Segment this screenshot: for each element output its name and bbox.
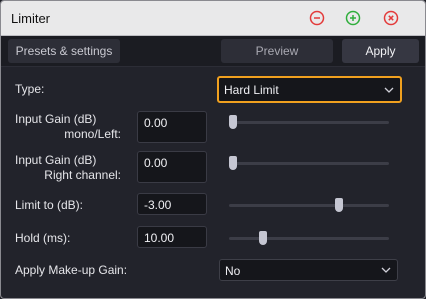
input-gain-left-value: 0.00 <box>144 116 168 130</box>
input-gain-left-slider-thumb[interactable] <box>229 115 237 129</box>
input-gain-right-slider[interactable] <box>229 156 389 170</box>
chevron-down-icon <box>384 87 394 93</box>
input-gain-left-label-line2: mono/Left: <box>64 127 121 141</box>
input-gain-right-slider-thumb[interactable] <box>229 156 237 170</box>
preview-button[interactable]: Preview <box>221 39 333 63</box>
chevron-down-icon <box>381 267 391 273</box>
limit-to-field[interactable]: -3.00 <box>137 193 207 215</box>
input-gain-left-field[interactable]: 0.00 <box>137 111 207 143</box>
limit-to-slider[interactable] <box>229 198 389 212</box>
close-icon[interactable] <box>383 10 399 26</box>
limit-to-slider-thumb[interactable] <box>335 198 344 212</box>
maximize-icon[interactable] <box>345 10 361 26</box>
hold-label: Hold (ms): <box>15 231 71 245</box>
hold-slider-thumb[interactable] <box>259 231 268 245</box>
toolbar: Presets & settings Preview Apply <box>1 36 425 67</box>
limit-to-value: -3.00 <box>144 198 172 212</box>
limiter-dialog: Limiter Presets & settings Preview Apply… <box>0 0 426 299</box>
hold-value: 10.00 <box>144 231 175 245</box>
hold-slider[interactable] <box>229 231 389 245</box>
input-gain-right-label-line2: Right channel: <box>44 168 121 182</box>
limit-to-label: Limit to (dB): <box>15 198 84 212</box>
type-label: Type: <box>15 82 45 96</box>
apply-button[interactable]: Apply <box>342 39 419 63</box>
makeup-gain-label: Apply Make-up Gain: <box>15 263 128 277</box>
input-gain-right-field[interactable]: 0.00 <box>137 151 207 183</box>
makeup-gain-select-value: No <box>225 264 241 278</box>
title-bar: Limiter <box>1 1 425 36</box>
window-title: Limiter <box>11 11 51 26</box>
input-gain-right-label-line1: Input Gain (dB) <box>15 153 97 167</box>
input-gain-left-slider[interactable] <box>229 115 389 129</box>
input-gain-left-label-line1: Input Gain (dB) <box>15 112 97 126</box>
type-select-value: Hard Limit <box>224 83 279 97</box>
makeup-gain-select[interactable]: No <box>219 259 398 281</box>
type-select[interactable]: Hard Limit <box>217 76 402 103</box>
minimize-icon[interactable] <box>309 10 325 26</box>
input-gain-right-value: 0.00 <box>144 156 168 170</box>
hold-field[interactable]: 10.00 <box>137 226 207 248</box>
presets-settings-button[interactable]: Presets & settings <box>8 39 120 63</box>
